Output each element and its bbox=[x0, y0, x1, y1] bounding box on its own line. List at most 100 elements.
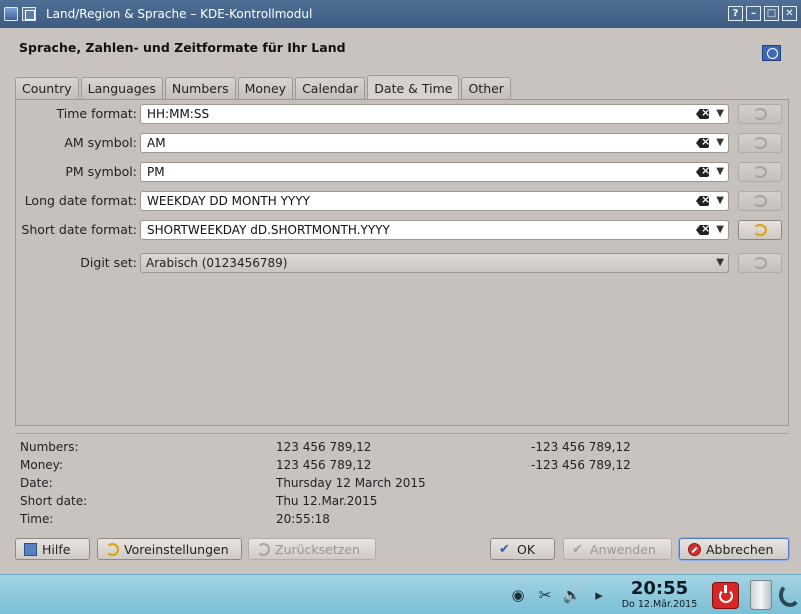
taskbar: ◉ ✂ 🔊 ▸ 20:55 Do 12.Mär.2015 bbox=[0, 574, 801, 614]
time-format-value: HH:MM:SS bbox=[147, 107, 210, 121]
chevron-down-icon[interactable]: ▼ bbox=[716, 108, 724, 119]
long-date-format-value: WEEKDAY DD MONTH YYYY bbox=[147, 194, 310, 208]
pm-symbol-label: PM symbol: bbox=[65, 164, 137, 179]
tab-other[interactable]: Other bbox=[461, 77, 511, 99]
clear-icon[interactable] bbox=[696, 138, 709, 148]
chevron-down-icon[interactable]: ▼ bbox=[716, 195, 724, 206]
trash-icon[interactable] bbox=[750, 580, 772, 610]
clock-date: Do 12.Mär.2015 bbox=[621, 599, 698, 610]
maximize-button[interactable]: □ bbox=[764, 6, 779, 21]
clock[interactable]: 20:55 Do 12.Mär.2015 bbox=[612, 579, 707, 611]
defaults-icon bbox=[106, 542, 119, 556]
locale-flag-icon bbox=[762, 45, 781, 61]
chevron-down-icon[interactable]: ▼ bbox=[716, 257, 724, 268]
pm-symbol-reset-button[interactable] bbox=[738, 162, 782, 182]
clear-icon[interactable] bbox=[696, 196, 709, 206]
pm-symbol-combo[interactable]: PM ▼ bbox=[140, 162, 729, 182]
window-title: Land/Region & Sprache – KDE-Kontrollmodu… bbox=[46, 7, 313, 21]
help-window-button[interactable]: ? bbox=[728, 6, 743, 21]
time-format-label: Time format: bbox=[56, 106, 137, 121]
undo-icon bbox=[753, 257, 767, 269]
minimize-button[interactable]: – bbox=[746, 6, 761, 21]
ok-button-label: OK bbox=[517, 541, 536, 557]
short-date-format-label: Short date format: bbox=[21, 222, 137, 237]
tab-date-time[interactable]: Date & Time bbox=[367, 75, 460, 99]
network-globe-icon[interactable]: ◉ bbox=[508, 585, 528, 605]
tab-calendar[interactable]: Calendar bbox=[295, 77, 366, 99]
preview-negative: -123 456 789,12 bbox=[531, 458, 631, 472]
preview-positive: 123 456 789,12 bbox=[276, 458, 372, 472]
reset-button[interactable]: Zurücksetzen bbox=[248, 538, 376, 560]
undo-icon bbox=[753, 224, 767, 236]
chevron-down-icon[interactable]: ▼ bbox=[716, 137, 724, 148]
undo-icon bbox=[753, 195, 767, 207]
tray-arrow-icon[interactable]: ▸ bbox=[589, 585, 609, 605]
short-date-format-value: SHORTWEEKDAY dD.SHORTMONTH.YYYY bbox=[147, 223, 390, 237]
scissors-icon[interactable]: ✂ bbox=[535, 585, 555, 605]
digit-set-label: Digit set: bbox=[80, 255, 137, 270]
undo-icon bbox=[753, 108, 767, 120]
reset-icon bbox=[257, 542, 270, 556]
short-date-format-combo[interactable]: SHORTWEEKDAY dD.SHORTMONTH.YYYY ▼ bbox=[140, 220, 729, 240]
apply-button-label: Anwenden bbox=[590, 541, 656, 557]
app-menu-icon[interactable] bbox=[4, 7, 18, 21]
reset-button-label: Zurücksetzen bbox=[275, 541, 360, 557]
am-symbol-combo[interactable]: AM ▼ bbox=[140, 133, 729, 153]
date-time-panel: Time format: HH:MM:SS ▼ AM symbol: AM ▼ … bbox=[15, 99, 789, 426]
clear-icon[interactable] bbox=[696, 225, 709, 235]
window-titlebar[interactable]: Land/Region & Sprache – KDE-Kontrollmodu… bbox=[0, 0, 801, 28]
cancel-button[interactable]: Abbrechen bbox=[679, 538, 789, 560]
preview-key: Time: bbox=[20, 512, 54, 526]
preview-positive: 123 456 789,12 bbox=[276, 440, 372, 454]
defaults-button[interactable]: Voreinstellungen bbox=[97, 538, 242, 560]
chevron-down-icon[interactable]: ▼ bbox=[716, 224, 724, 235]
tab-numbers[interactable]: Numbers bbox=[164, 77, 236, 99]
power-icon[interactable] bbox=[712, 582, 739, 609]
defaults-button-label: Voreinstellungen bbox=[124, 541, 229, 557]
pm-symbol-value: PM bbox=[147, 165, 165, 179]
apply-button[interactable]: ✔ Anwenden bbox=[563, 538, 672, 560]
volume-icon[interactable]: 🔊 bbox=[562, 585, 582, 605]
window-menu-icon[interactable] bbox=[22, 7, 36, 21]
long-date-reset-button[interactable] bbox=[738, 191, 782, 211]
preview-key: Money: bbox=[20, 458, 63, 472]
undo-icon bbox=[753, 166, 767, 178]
short-date-reset-button[interactable] bbox=[738, 220, 782, 240]
undo-icon bbox=[753, 137, 767, 149]
preview-negative: -123 456 789,12 bbox=[531, 440, 631, 454]
clear-icon[interactable] bbox=[696, 109, 709, 119]
digit-set-select[interactable]: Arabisch (0123456789) ▼ bbox=[140, 253, 729, 273]
clock-time: 20:55 bbox=[630, 578, 689, 599]
moon-icon[interactable] bbox=[779, 583, 801, 607]
long-date-format-label: Long date format: bbox=[24, 193, 137, 208]
tab-bar: Country Languages Numbers Money Calendar… bbox=[15, 75, 511, 99]
help-button-label: Hilfe bbox=[42, 541, 71, 557]
preview-key: Date: bbox=[20, 476, 53, 490]
help-icon bbox=[24, 542, 37, 556]
digit-set-reset-button[interactable] bbox=[738, 253, 782, 273]
help-button[interactable]: Hilfe bbox=[15, 538, 90, 560]
ok-button[interactable]: ✔ OK bbox=[490, 538, 555, 560]
digit-set-value: Arabisch (0123456789) bbox=[146, 256, 288, 270]
preview-value: 20:55:18 bbox=[276, 512, 330, 526]
preview-key: Short date: bbox=[20, 494, 88, 508]
page-title: Sprache, Zahlen- und Zeitformate für Ihr… bbox=[19, 40, 346, 55]
kcm-window: Sprache, Zahlen- und Zeitformate für Ihr… bbox=[0, 28, 801, 574]
tab-country[interactable]: Country bbox=[15, 77, 79, 99]
tab-languages[interactable]: Languages bbox=[80, 77, 163, 99]
cancel-icon bbox=[688, 542, 701, 556]
format-preview: Numbers: 123 456 789,12 -123 456 789,12 … bbox=[15, 433, 789, 528]
am-symbol-reset-button[interactable] bbox=[738, 133, 782, 153]
cancel-button-label: Abbrechen bbox=[706, 541, 774, 557]
time-format-combo[interactable]: HH:MM:SS ▼ bbox=[140, 104, 729, 124]
long-date-format-combo[interactable]: WEEKDAY DD MONTH YYYY ▼ bbox=[140, 191, 729, 211]
close-window-button[interactable]: ✕ bbox=[782, 6, 797, 21]
am-symbol-value: AM bbox=[147, 136, 166, 150]
time-format-reset-button[interactable] bbox=[738, 104, 782, 124]
preview-key: Numbers: bbox=[20, 440, 79, 454]
clear-icon[interactable] bbox=[696, 167, 709, 177]
tab-money[interactable]: Money bbox=[237, 77, 294, 99]
chevron-down-icon[interactable]: ▼ bbox=[716, 166, 724, 177]
checkmark-icon: ✔ bbox=[499, 541, 510, 557]
am-symbol-label: AM symbol: bbox=[64, 135, 137, 150]
